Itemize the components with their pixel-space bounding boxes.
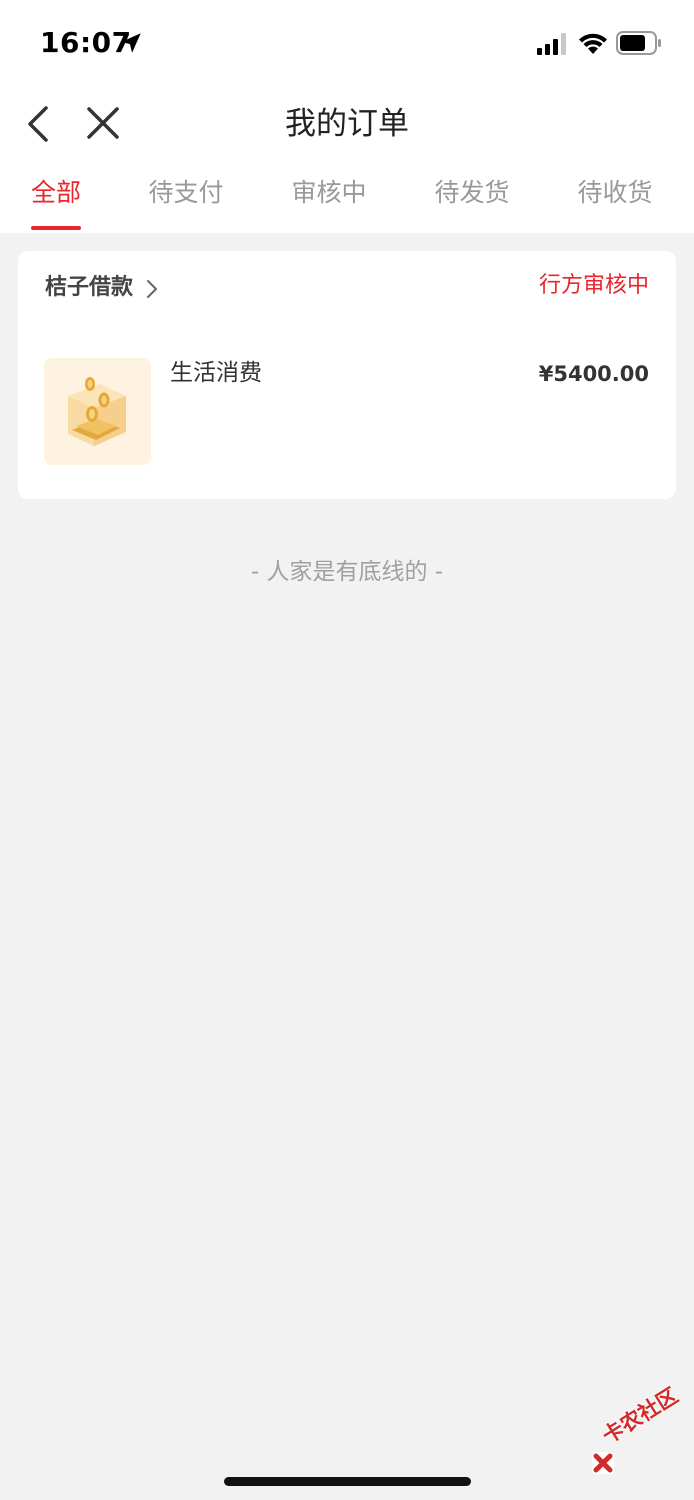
watermark-text: 卡农社区 [598, 1383, 683, 1449]
location-arrow-icon [121, 33, 141, 53]
end-of-list-text: - 人家是有底线的 - [250, 559, 444, 585]
chevron-right-icon [147, 280, 157, 298]
shop-name-link[interactable]: 桔子借款 [45, 273, 133, 303]
order-card[interactable]: 桔子借款 行方审核中 生活消费 ¥5400.00 [18, 251, 676, 499]
cellular-signal-icon [537, 33, 566, 55]
kanong-logo-icon [592, 1452, 614, 1474]
status-bar: 16:07 [0, 0, 694, 88]
active-tab-indicator [31, 226, 81, 230]
nav-bar: 我的订单 [0, 88, 694, 160]
tab-under-review[interactable]: 审核中 [291, 176, 367, 210]
tab-pending-receipt[interactable]: 待收货 [577, 176, 653, 210]
product-thumbnail [44, 358, 151, 465]
tab-pending-shipment[interactable]: 待发货 [434, 176, 510, 210]
home-indicator[interactable] [224, 1477, 471, 1486]
order-status-badge: 行方审核中 [538, 273, 649, 298]
community-watermark: 卡农社区 [590, 1383, 690, 1480]
product-price: ¥5400.00 [538, 362, 649, 386]
page-title: 我的订单 [285, 106, 409, 142]
order-tabs: 全部 待支付 审核中 待发货 待收货 [0, 160, 694, 233]
tab-pending-payment[interactable]: 待支付 [148, 176, 224, 210]
tab-all[interactable]: 全部 [31, 176, 81, 210]
gold-coin-box-icon [44, 358, 151, 465]
battery-icon [616, 31, 661, 55]
wifi-icon [579, 33, 607, 54]
product-name: 生活消费 [170, 360, 262, 386]
